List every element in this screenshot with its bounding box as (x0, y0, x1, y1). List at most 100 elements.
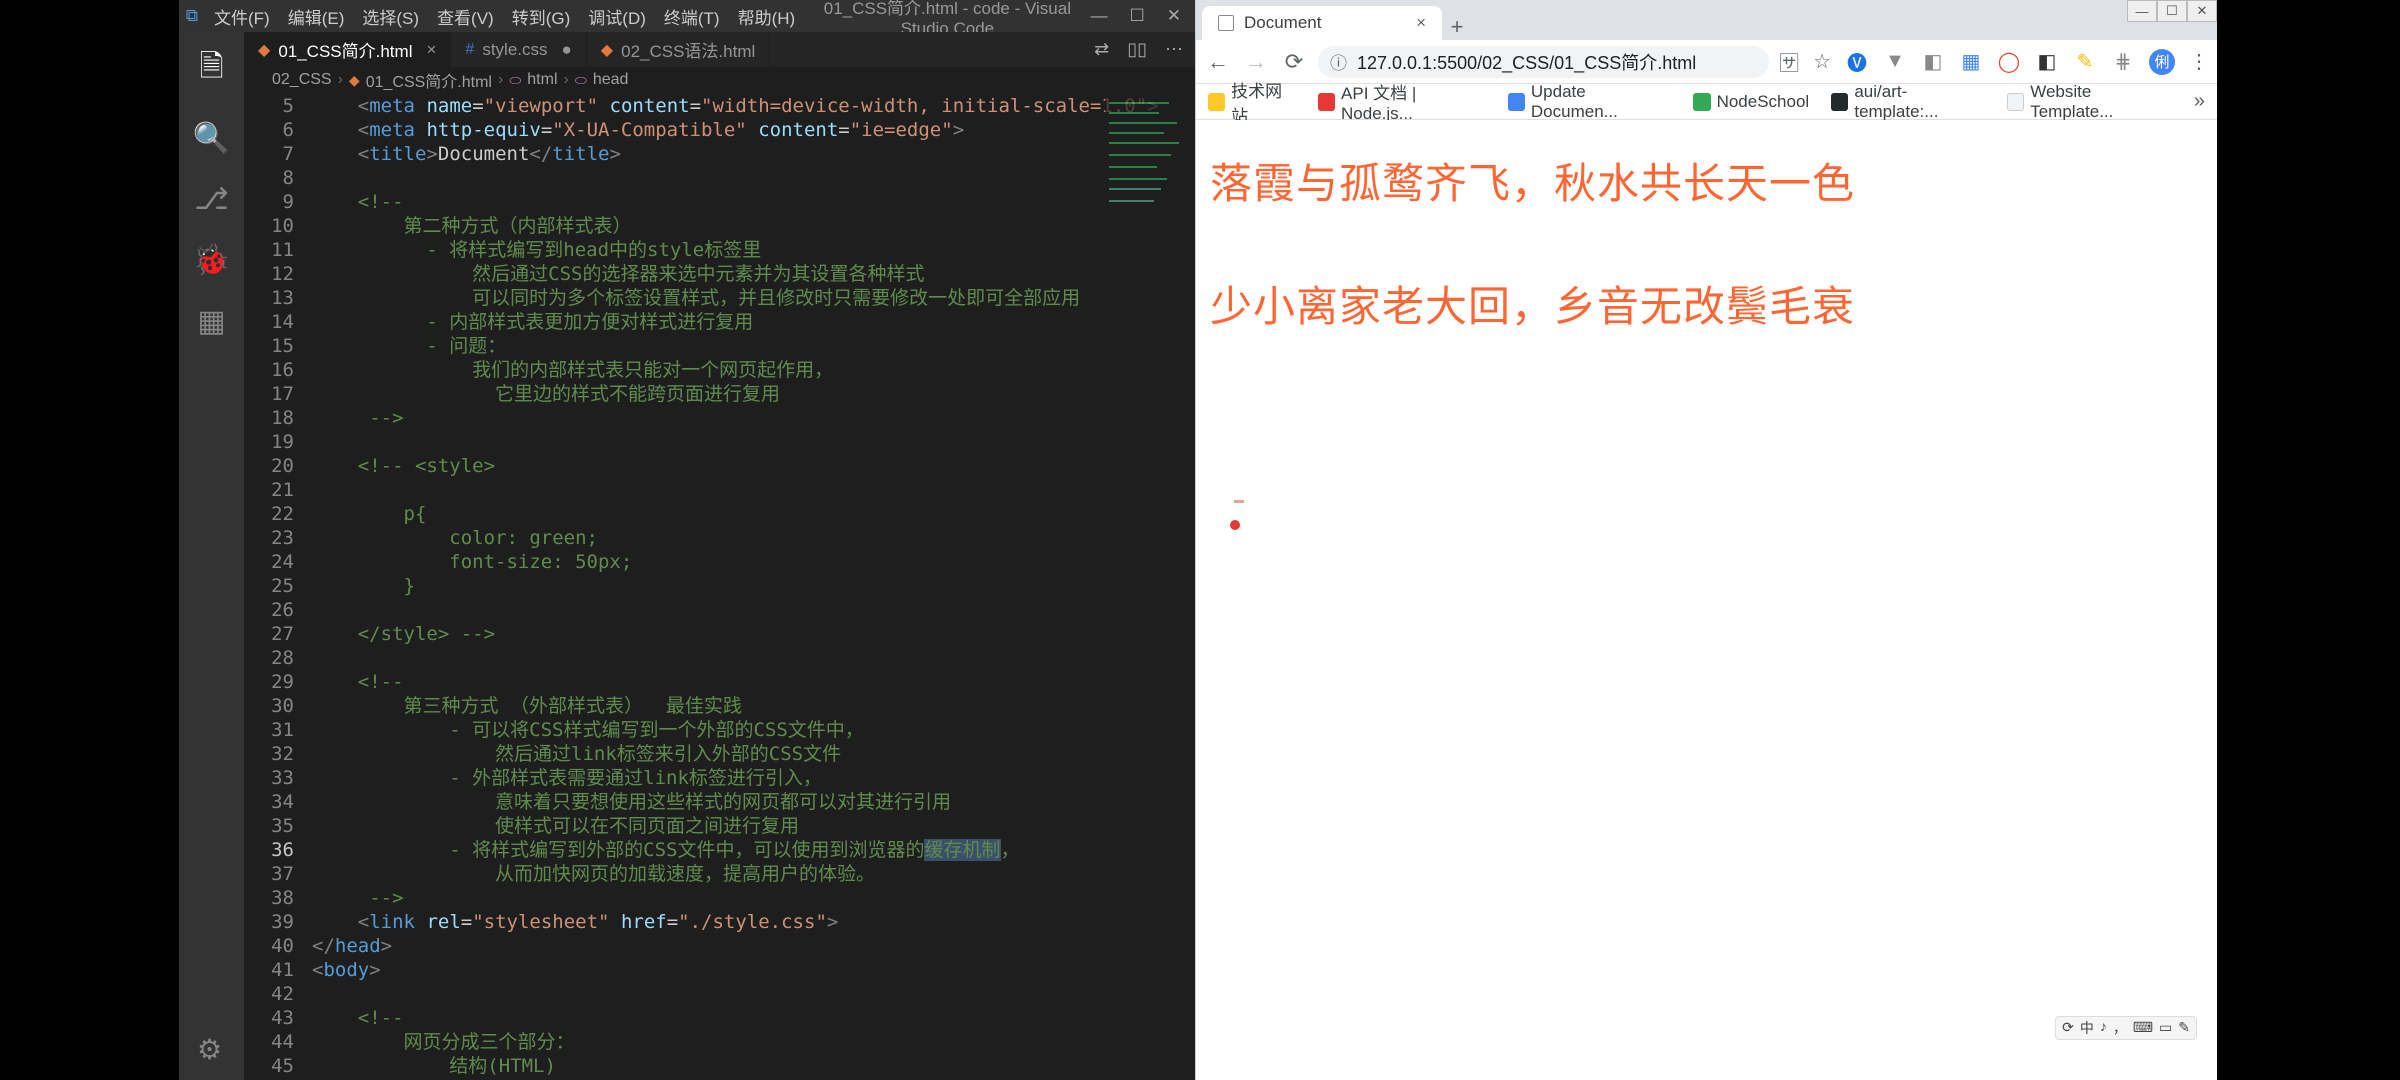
tab-02-css-syntax[interactable]: ◆ 02_CSS语法.html (587, 32, 770, 68)
menu-edit[interactable]: 编辑(E) (279, 4, 354, 29)
reload-button[interactable]: ⟳ (1280, 49, 1308, 75)
extension-icon[interactable]: ◧ (2035, 50, 2059, 74)
forward-button[interactable]: → (1242, 49, 1270, 75)
explorer-icon[interactable]: 🗎 (199, 44, 223, 95)
bookmark-item[interactable]: aui/art-template:... (1831, 82, 1985, 122)
settings-gear-icon[interactable]: ⚙ (197, 1033, 222, 1066)
ime-icon[interactable]: ⟳ (2062, 1020, 2074, 1037)
tab-dirty-icon[interactable]: ● (562, 40, 572, 60)
tab-label: style.css (482, 40, 547, 60)
site-icon (2007, 93, 2024, 111)
right-black-margin (2217, 0, 2400, 1080)
code-editor[interactable]: 5678910111213141516171819202122232425262… (244, 92, 1195, 1080)
toolbar-actions: 🈂 ☆ 🅥 ▼ ◧ ▦ ◯ ◧ ✎ ⋕ 俐 ⋮ (1779, 47, 2209, 76)
bookmark-folder[interactable]: 技术网站 (1208, 77, 1296, 127)
site-icon (1508, 93, 1525, 111)
breadcrumb-segment[interactable]: head (593, 71, 629, 89)
ime-settings-icon[interactable]: ✎ (2178, 1020, 2190, 1037)
extension-icon[interactable]: ✎ (2073, 50, 2097, 74)
ime-punct[interactable]: ， (2113, 1018, 2127, 1038)
minimap[interactable] (1105, 92, 1195, 1080)
ime-icon[interactable]: ▭ (2159, 1020, 2172, 1037)
extension-icon[interactable]: ▦ (1959, 50, 1983, 74)
menu-debug[interactable]: 调试(D) (579, 4, 655, 29)
chevron-right-icon: › (498, 71, 503, 89)
tab-label: 01_CSS简介.html (278, 37, 412, 62)
activity-bar: 🗎 🔍 ⎇ 🐞 ▦ (179, 32, 244, 1080)
url-text: 127.0.0.1:5500/02_CSS/01_CSS简介.html (1357, 49, 1696, 75)
address-bar[interactable]: ⓘ 127.0.0.1:5500/02_CSS/01_CSS简介.html (1318, 46, 1769, 78)
maximize-icon[interactable]: ☐ (2157, 0, 2187, 22)
source-control-icon[interactable]: ⎇ (194, 182, 229, 217)
site-info-icon[interactable]: ⓘ (1330, 49, 1347, 74)
ime-toolbar[interactable]: ⟳ 中 ♪ ， ⌨ ▭ ✎ (2055, 1016, 2197, 1040)
left-black-margin (0, 0, 179, 1080)
html-file-icon: ◆ (258, 40, 270, 60)
html-file-icon: ◆ (601, 40, 613, 60)
menu-terminal[interactable]: 终端(T) (655, 4, 729, 29)
tab-style-css[interactable]: # style.css ● (451, 32, 586, 68)
minimize-icon[interactable]: — (2127, 0, 2157, 22)
maximize-icon[interactable]: ☐ (1130, 6, 1145, 26)
ime-icon[interactable]: ♪ (2100, 1020, 2107, 1036)
bookmark-item[interactable]: NodeSchool (1693, 92, 1810, 112)
more-actions-icon[interactable]: ⋯ (1165, 39, 1183, 60)
page-viewport: 落霞与孤鹜齐飞，秋水共长天一色 少小离家老大回，乡音无改鬓毛衰 ⟳ 中 ♪ ， … (1196, 120, 2217, 1080)
menu-selection[interactable]: 选择(S) (353, 4, 428, 29)
bookmark-item[interactable]: Website Template... (2007, 82, 2172, 122)
window-controls: — ☐ ✕ (1091, 6, 1196, 26)
new-tab-button[interactable]: + (1442, 14, 1472, 40)
compare-icon[interactable]: ⇄ (1094, 39, 1109, 60)
breadcrumb-segment[interactable]: 02_CSS (272, 71, 332, 89)
tag-icon: ⬭ (509, 72, 521, 89)
back-button[interactable]: ← (1204, 49, 1232, 75)
translate-icon[interactable]: 🈂 (1779, 47, 1799, 76)
breadcrumb[interactable]: 02_CSS › ◆ 01_CSS简介.html › ⬭ html › ⬭ he… (244, 68, 1195, 92)
chrome-tab-document[interactable]: Document × (1202, 6, 1442, 40)
split-editor-icon[interactable]: ▯▯ (1127, 39, 1147, 60)
poem-line-2: 少小离家老大回，乡音无改鬓毛衰 (1210, 273, 2203, 334)
tab-close-icon[interactable]: × (426, 40, 436, 60)
chrome-tabs: Document × + — ☐ ✕ (1196, 0, 2217, 40)
breadcrumb-segment[interactable]: html (527, 71, 557, 89)
bookmark-item[interactable]: Update Documen... (1508, 82, 1671, 122)
minimize-icon[interactable]: — (1091, 6, 1108, 26)
site-icon (1318, 93, 1335, 111)
breadcrumb-segment[interactable]: 01_CSS简介.html (366, 68, 492, 92)
menu-file[interactable]: 文件(F) (205, 4, 279, 29)
bookmarks-overflow-icon[interactable]: » (2194, 90, 2205, 113)
editor-area: ◆ 01_CSS简介.html × # style.css ● ◆ 02_CSS… (244, 32, 1195, 1080)
menu-help[interactable]: 帮助(H) (729, 4, 805, 29)
search-icon[interactable]: 🔍 (193, 121, 230, 156)
close-icon[interactable]: ✕ (2187, 0, 2217, 22)
extension-icon[interactable]: ◧ (1921, 50, 1945, 74)
debug-icon[interactable]: 🐞 (193, 243, 230, 278)
css-file-icon: # (465, 41, 474, 59)
chrome-menu-icon[interactable]: ⋮ (2189, 49, 2209, 74)
chevron-right-icon: › (564, 71, 569, 89)
close-icon[interactable]: ✕ (1167, 6, 1181, 26)
tab-label: 02_CSS语法.html (621, 37, 755, 62)
laser-pointer-dot (1230, 520, 1240, 530)
cursor-mark (1234, 500, 1244, 503)
bookmarks-bar: 技术网站 API 文档 | Node.js... Update Documen.… (1196, 84, 2217, 120)
menu-go[interactable]: 转到(G) (503, 4, 580, 29)
menu-view[interactable]: 查看(V) (428, 4, 503, 29)
bookmark-star-icon[interactable]: ☆ (1813, 49, 1831, 74)
vscode-logo-icon: ⧉ (179, 6, 205, 26)
bookmark-item[interactable]: API 文档 | Node.js... (1318, 79, 1486, 124)
profile-avatar[interactable]: 俐 (2149, 49, 2175, 75)
extension-icon[interactable]: ⋕ (2111, 50, 2135, 74)
extensions-icon[interactable]: ▦ (197, 304, 225, 339)
vscode-window: ⧉ 文件(F) 编辑(E) 选择(S) 查看(V) 转到(G) 调试(D) 终端… (179, 0, 1195, 1080)
site-icon (1693, 93, 1711, 111)
extension-icon[interactable]: 🅥 (1845, 50, 1869, 74)
code-content[interactable]: <meta name="viewport" content="width=dev… (312, 92, 1195, 1080)
extension-icon[interactable]: ▼ (1883, 50, 1907, 74)
ime-keyboard-icon[interactable]: ⌨ (2133, 1020, 2153, 1037)
ime-lang[interactable]: 中 (2080, 1018, 2094, 1038)
extension-icon[interactable]: ◯ (1997, 50, 2021, 74)
tab-01-css-intro[interactable]: ◆ 01_CSS简介.html × (244, 32, 451, 68)
github-icon (1831, 93, 1848, 111)
tab-close-icon[interactable]: × (1416, 13, 1426, 33)
